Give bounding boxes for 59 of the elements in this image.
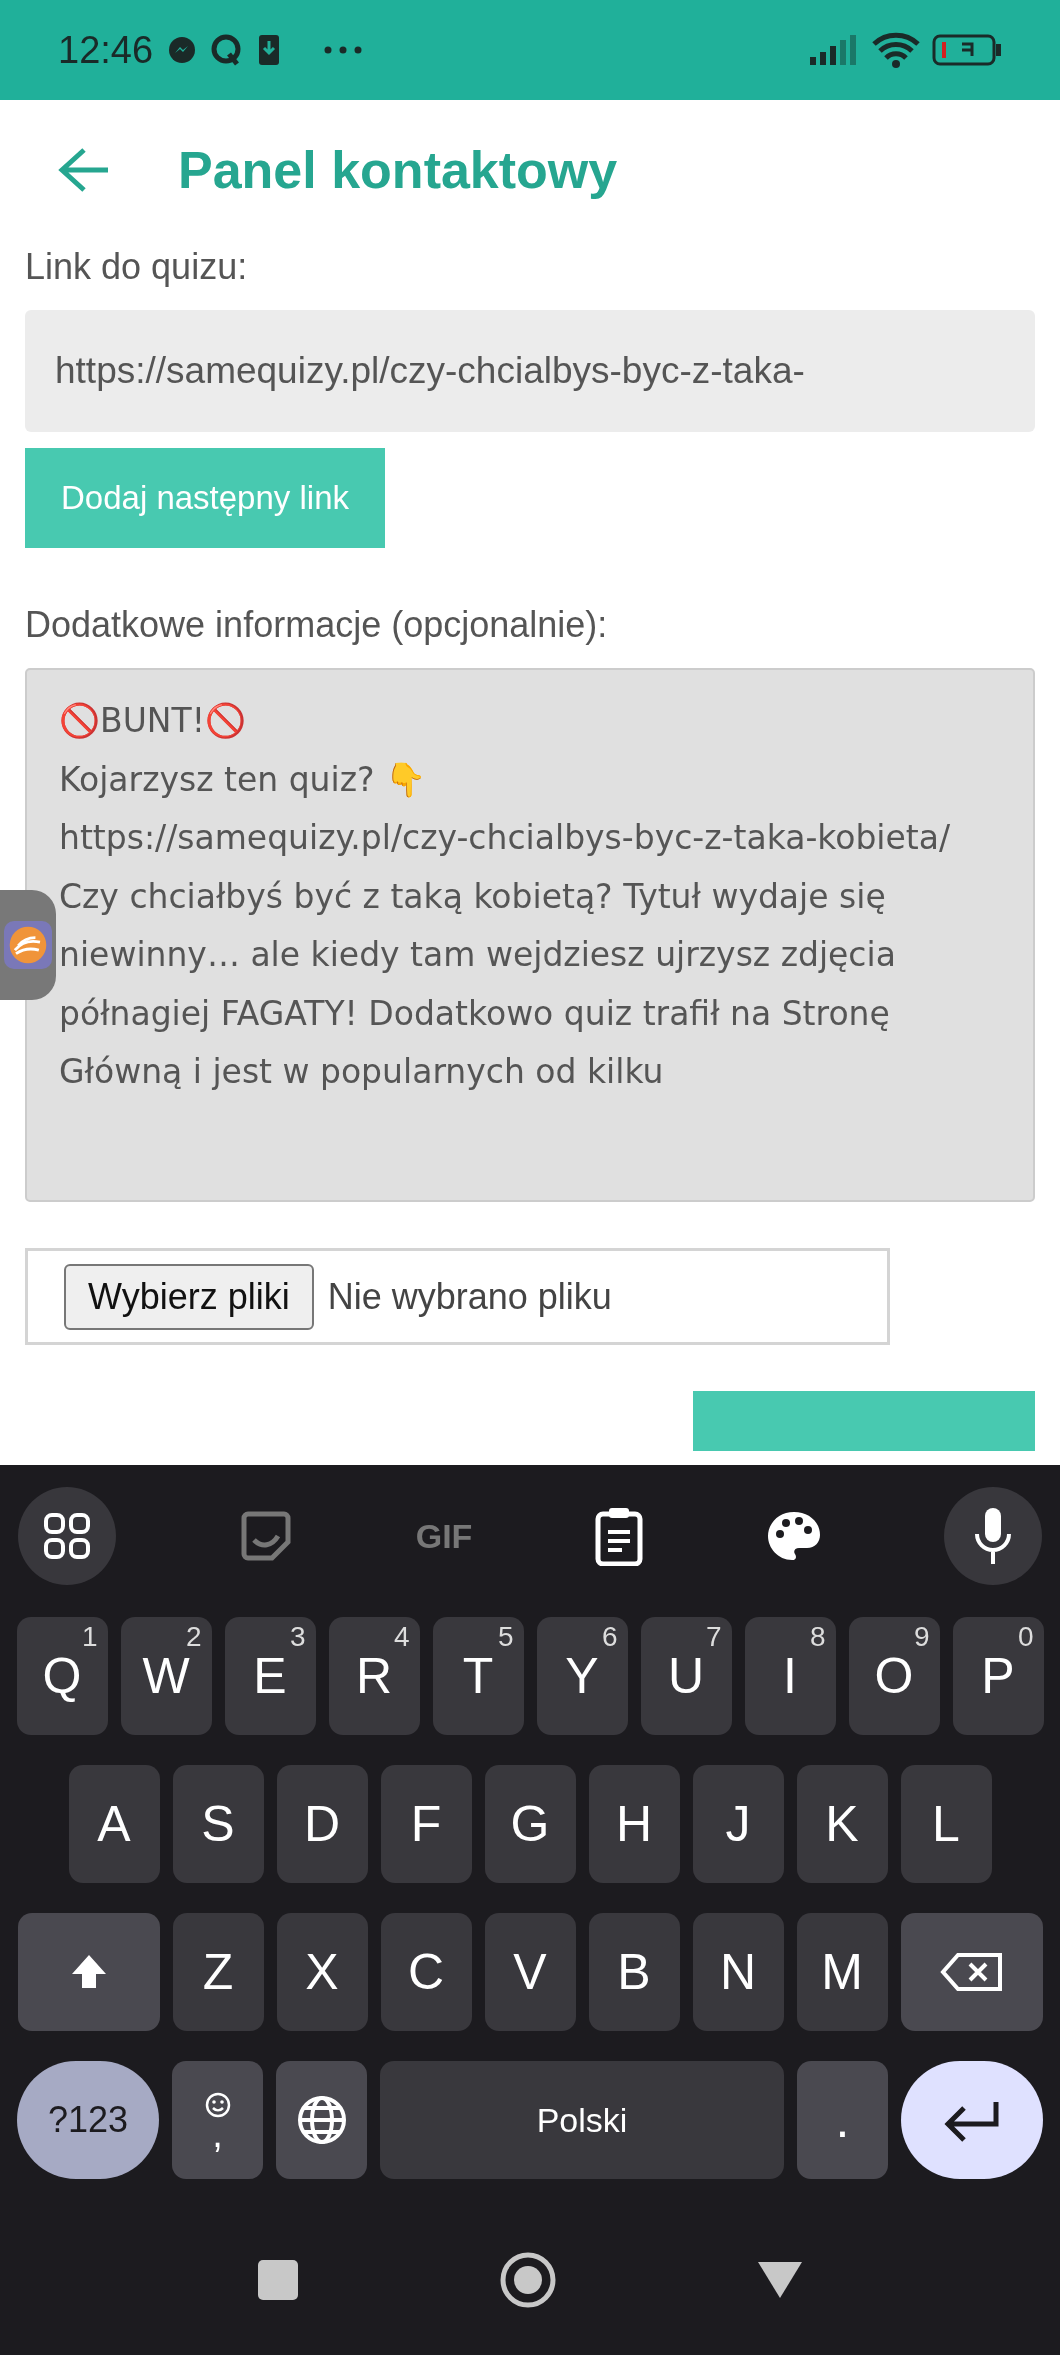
gif-button[interactable]: GIF: [415, 1516, 473, 1556]
letter-key[interactable]: J: [692, 1765, 784, 1883]
home-icon[interactable]: [500, 2252, 556, 2308]
clipboard-icon[interactable]: [594, 1506, 645, 1566]
grid-icon: [42, 1511, 92, 1561]
shift-key[interactable]: [17, 1913, 160, 2031]
backspace-icon: [939, 1952, 1004, 1992]
letter-key[interactable]: S: [172, 1765, 264, 1883]
link-field[interactable]: https://samequizy.pl/czy-chcialbys-byc-z-taka-: [25, 310, 1035, 432]
letter-key[interactable]: O 9: [848, 1617, 940, 1735]
info-label: Dodatkowe informacje (opcjonalnie):: [25, 603, 608, 647]
letter-key[interactable]: X: [276, 1913, 368, 2031]
letter-key[interactable]: N: [692, 1913, 784, 2031]
letter-key[interactable]: G: [484, 1765, 576, 1883]
more-icon: [323, 45, 364, 55]
globe-icon: [295, 2094, 348, 2146]
letter-key[interactable]: K: [796, 1765, 888, 1883]
clock: 12:46: [58, 28, 154, 72]
letter-key[interactable]: H: [588, 1765, 680, 1883]
letter-key[interactable]: L: [900, 1765, 992, 1883]
palette-icon[interactable]: [766, 1510, 823, 1562]
recents-icon[interactable]: [256, 2258, 300, 2302]
link-label: Link do quizu:: [25, 245, 248, 289]
letter-key[interactable]: Y 6: [536, 1617, 628, 1735]
letter-key[interactable]: M: [796, 1913, 888, 2031]
floating-app-bubble[interactable]: [0, 890, 56, 1000]
microphone-icon: [972, 1506, 1013, 1566]
letter-key[interactable]: I 8: [744, 1617, 836, 1735]
letter-key[interactable]: P 0: [952, 1617, 1044, 1735]
symbols-key[interactable]: ?123: [17, 2061, 159, 2179]
smiley-icon: [203, 2091, 232, 2119]
letter-key[interactable]: Z: [172, 1913, 264, 2031]
letter-key[interactable]: U 7: [640, 1617, 732, 1735]
info-field[interactable]: 🚫BUNT!🚫 Kojarzysz ten quiz? 👇 https://samequizy.pl/czy-chcialbys-byc-z-taka-kobieta/ Czy chciałbyś być z taką kobietą? Tytuł wydaje się niewinny… ale kiedy tam wejdziesz ujrzysz zdjęcia półnagiej FAGATY! Dodatkowo quiz trafił na Stronę Główną i jest w popularnych od kilku: [25, 668, 1035, 1202]
letter-key[interactable]: F: [380, 1765, 472, 1883]
letter-key[interactable]: D: [276, 1765, 368, 1883]
letter-key[interactable]: V: [484, 1913, 576, 2031]
file-field[interactable]: Wybierz pliki Nie wybrano pliku: [25, 1248, 890, 1345]
emoji-comma-key[interactable]: ,: [172, 2061, 263, 2179]
letter-key[interactable]: A: [68, 1765, 160, 1883]
letter-key[interactable]: C: [380, 1913, 472, 2031]
letter-key[interactable]: Q 1: [16, 1617, 108, 1735]
letter-key[interactable]: B: [588, 1913, 680, 2031]
page-title: Panel kontaktowy: [178, 140, 618, 200]
back-icon[interactable]: [756, 2260, 804, 2300]
space-key[interactable]: Polski: [380, 2061, 784, 2179]
letter-key[interactable]: R 4: [328, 1617, 420, 1735]
language-key[interactable]: [276, 2061, 367, 2179]
backspace-key[interactable]: [900, 1913, 1043, 2031]
letter-key[interactable]: T 5: [432, 1617, 524, 1735]
period-key[interactable]: .: [797, 2061, 888, 2179]
battery-icon: [932, 34, 1002, 66]
letter-key[interactable]: W 2: [120, 1617, 212, 1735]
choose-files-button[interactable]: Wybierz pliki: [64, 1263, 314, 1330]
wifi-icon: [872, 32, 920, 68]
file-status: Nie wybrano pliku: [327, 1275, 612, 1318]
letter-key[interactable]: E 3: [224, 1617, 316, 1735]
app-logo-icon: [4, 921, 52, 969]
phone-download-icon: [257, 33, 282, 67]
